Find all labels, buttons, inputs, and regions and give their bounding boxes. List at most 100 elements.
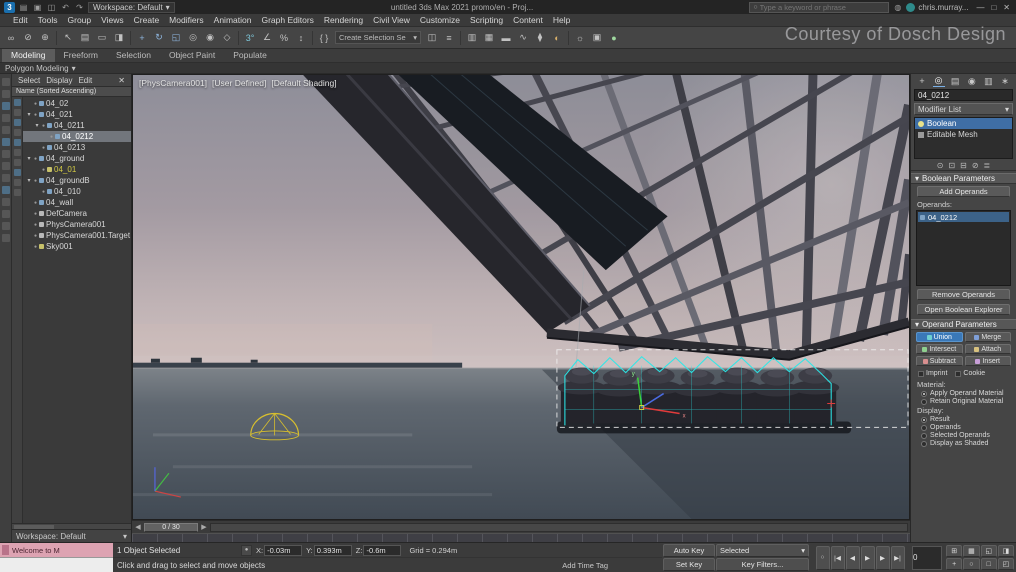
motion-tab-icon[interactable]: ◉ (966, 76, 978, 87)
menu-modifiers[interactable]: Modifiers (164, 15, 208, 25)
auto-key-button[interactable]: Auto Key (663, 544, 715, 557)
remove-modifier-icon[interactable]: ⊘ (972, 161, 979, 170)
dock-icon[interactable] (2, 126, 10, 134)
time-slider[interactable]: ◀ 0 / 30 ▶ (132, 520, 910, 533)
dock-icon[interactable] (2, 186, 10, 194)
dock-icon[interactable] (2, 78, 10, 86)
notifications-icon[interactable]: ◍ (892, 2, 903, 13)
show-end-result-icon[interactable]: ⊡ (948, 161, 955, 170)
menu-edit[interactable]: Edit (8, 15, 33, 25)
select-by-name-icon[interactable]: ▤ (77, 30, 93, 46)
time-slider-handle[interactable]: 0 / 30 (144, 523, 198, 532)
menu-help[interactable]: Help (548, 15, 575, 25)
scene-item[interactable]: ▾●04_groundB (23, 175, 131, 186)
zoom-all-icon[interactable]: ▦ (963, 545, 979, 557)
dock-icon[interactable] (2, 174, 10, 182)
render-setup-icon[interactable]: ☼ (572, 30, 588, 46)
edit-named-selection-sets-icon[interactable]: { } (316, 30, 332, 46)
scene-item[interactable]: ●PhysCamera001 (23, 219, 131, 230)
imprint-checkbox[interactable]: Imprint (918, 370, 947, 377)
dock-icon[interactable] (2, 138, 10, 146)
subtract-button[interactable]: Subtract (916, 356, 963, 366)
schematic-view-icon[interactable]: ⧫ (532, 30, 548, 46)
x-value[interactable]: -0.03m (264, 545, 302, 556)
filter-icon[interactable] (14, 149, 21, 156)
visibility-icon[interactable]: ● (34, 200, 37, 206)
workspace-selector-bottom[interactable]: Workspace: Default ▾ (12, 529, 131, 542)
stack-item-editable-mesh[interactable]: Editable Mesh (915, 129, 1012, 140)
save-file-icon[interactable]: ◫ (46, 2, 57, 13)
scene-item[interactable]: ●04_0213 (23, 142, 131, 153)
visibility-icon[interactable]: ● (34, 233, 37, 239)
app-logo-icon[interactable]: 3 (4, 2, 15, 13)
explorer-menu-select[interactable]: Select (15, 76, 43, 85)
expand-caret-icon[interactable]: ▾ (26, 177, 32, 184)
display-selected-operands-radio[interactable]: Selected Operands (911, 431, 1016, 439)
selection-set-dropdown[interactable]: Selected▾ (716, 544, 809, 557)
coordinate-z[interactable]: Z:-0.6m (356, 545, 402, 556)
filter-icon[interactable] (14, 99, 21, 106)
current-frame-field[interactable] (912, 546, 942, 570)
viewport-canvas[interactable]: x y (133, 75, 909, 519)
key-filters-button[interactable]: Key Filters... (716, 558, 809, 571)
dock-icon[interactable] (2, 102, 10, 110)
tab-populate[interactable]: Populate (224, 49, 276, 62)
viewport[interactable]: x y (132, 74, 910, 520)
close-icon[interactable]: ✕ (115, 76, 128, 85)
rendered-frame-window-icon[interactable]: ▣ (589, 30, 605, 46)
tab-object-paint[interactable]: Object Paint (160, 49, 224, 62)
scene-item[interactable]: ●04_wall (23, 197, 131, 208)
pin-stack-icon[interactable]: ⊙ (937, 161, 944, 170)
create-tab-icon[interactable]: + (916, 76, 928, 86)
maximize-icon[interactable]: □ (991, 3, 996, 12)
select-and-scale-icon[interactable]: ◱ (168, 30, 184, 46)
menu-animation[interactable]: Animation (209, 15, 257, 25)
tab-freeform[interactable]: Freeform (55, 49, 107, 62)
scene-item[interactable]: ●Sky001 (23, 241, 131, 252)
unlink-selection-icon[interactable]: ⊘ (20, 30, 36, 46)
attach-button[interactable]: Attach (965, 344, 1012, 354)
mirror-icon[interactable]: ◫ (424, 30, 440, 46)
track-bar[interactable] (132, 533, 910, 542)
named-selection-set-dropdown[interactable]: Create Selection Se ▾ (335, 31, 421, 44)
select-and-place-icon[interactable]: ◎ (185, 30, 201, 46)
key-mode-toggle-icon[interactable]: ○ (816, 546, 830, 570)
angle-snap-icon[interactable]: ∠ (259, 30, 275, 46)
select-object-icon[interactable]: ↖ (60, 30, 76, 46)
bind-to-space-warp-icon[interactable]: ⊕ (37, 30, 53, 46)
next-frame-icon[interactable]: ▶ (200, 523, 208, 531)
redo-icon[interactable]: ↷ (74, 2, 85, 13)
new-scene-icon[interactable]: ▤ (18, 2, 29, 13)
expand-caret-icon[interactable]: ▾ (26, 111, 32, 118)
viewport-poi-label[interactable]: [User Defined] (212, 78, 266, 88)
menu-customize[interactable]: Customize (415, 15, 465, 25)
select-and-manipulate-icon[interactable]: ◇ (219, 30, 235, 46)
add-time-tag[interactable]: Add Time Tag (562, 561, 608, 570)
scene-item[interactable]: ●DefCamera (23, 208, 131, 219)
menu-views[interactable]: Views (96, 15, 129, 25)
visibility-icon[interactable]: ● (34, 101, 37, 107)
zoom-extents-all-icon[interactable]: ◨ (998, 545, 1014, 557)
open-boolean-explorer-button[interactable]: Open Boolean Explorer (917, 304, 1010, 315)
spinner-snap-icon[interactable]: ↕ (293, 30, 309, 46)
rectangular-selection-region-icon[interactable]: ▭ (94, 30, 110, 46)
display-as-shaded-radio[interactable]: Display as Shaded (911, 439, 1016, 447)
play-animation-icon[interactable]: ▶ (861, 546, 875, 570)
selection-lock-toggle[interactable]: ● (241, 545, 252, 556)
utilities-tab-icon[interactable]: ∗ (999, 76, 1011, 87)
dock-icon[interactable] (2, 90, 10, 98)
previous-frame-icon[interactable]: ◀ (134, 523, 142, 531)
open-file-icon[interactable]: ▣ (32, 2, 43, 13)
toggle-ribbon-icon[interactable]: ▬ (498, 30, 514, 46)
maximize-viewport-toggle-icon[interactable]: ◰ (998, 558, 1014, 570)
time-slider-track[interactable] (210, 523, 908, 532)
use-pivot-point-icon[interactable]: ◉ (202, 30, 218, 46)
menu-graph-editors[interactable]: Graph Editors (256, 15, 318, 25)
menu-scripting[interactable]: Scripting (465, 15, 508, 25)
coordinate-x[interactable]: X:-0.03m (256, 545, 302, 556)
visibility-icon[interactable]: ● (42, 123, 45, 129)
help-search[interactable]: ○ (749, 2, 889, 13)
toggle-scene-explorer-icon[interactable]: ▥ (464, 30, 480, 46)
filter-icon[interactable] (14, 169, 21, 176)
operands-list[interactable]: 04_0212 (916, 210, 1011, 286)
